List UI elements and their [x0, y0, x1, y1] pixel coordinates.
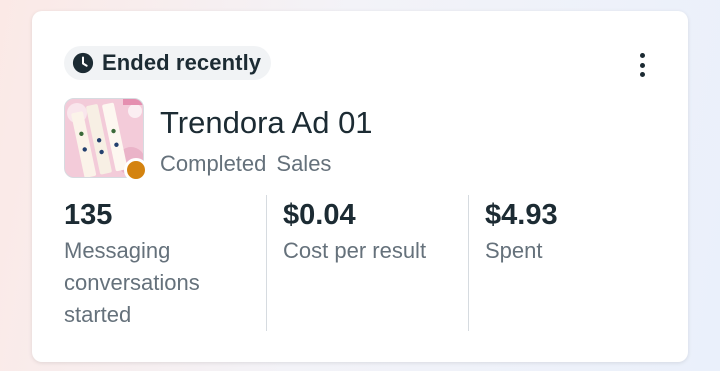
metrics-row: 135 Messaging conversations started $0.0…: [64, 195, 670, 331]
ad-objective: Sales: [276, 151, 332, 176]
metric-value: $0.04: [283, 199, 356, 231]
ad-card[interactable]: Ended recently Trendora Ad 01 Completed …: [32, 11, 688, 362]
status-label: Ended recently: [102, 50, 262, 75]
metric-label: Spent: [485, 238, 543, 263]
ad-meta: Completed Sales: [160, 151, 331, 177]
more-options-button[interactable]: [634, 49, 650, 81]
ad-name[interactable]: Trendora Ad 01: [160, 105, 373, 141]
clock-icon: [72, 52, 94, 74]
metric-value: 135: [64, 199, 113, 231]
metric-spent: $4.93 Spent: [468, 195, 670, 331]
metric-value: $4.93: [485, 199, 558, 231]
more-vertical-icon: [639, 53, 645, 58]
delivery-status-dot: [124, 158, 148, 182]
delivery-status: Completed: [160, 151, 267, 176]
ad-thumbnail-wrapper[interactable]: [64, 98, 148, 182]
metric-label: Messaging conversations started: [64, 238, 200, 327]
metric-results: 135 Messaging conversations started: [64, 195, 266, 331]
metric-label: Cost per result: [283, 238, 427, 263]
metric-cost-per-result: $0.04 Cost per result: [266, 195, 468, 331]
status-badge: Ended recently: [64, 46, 272, 80]
